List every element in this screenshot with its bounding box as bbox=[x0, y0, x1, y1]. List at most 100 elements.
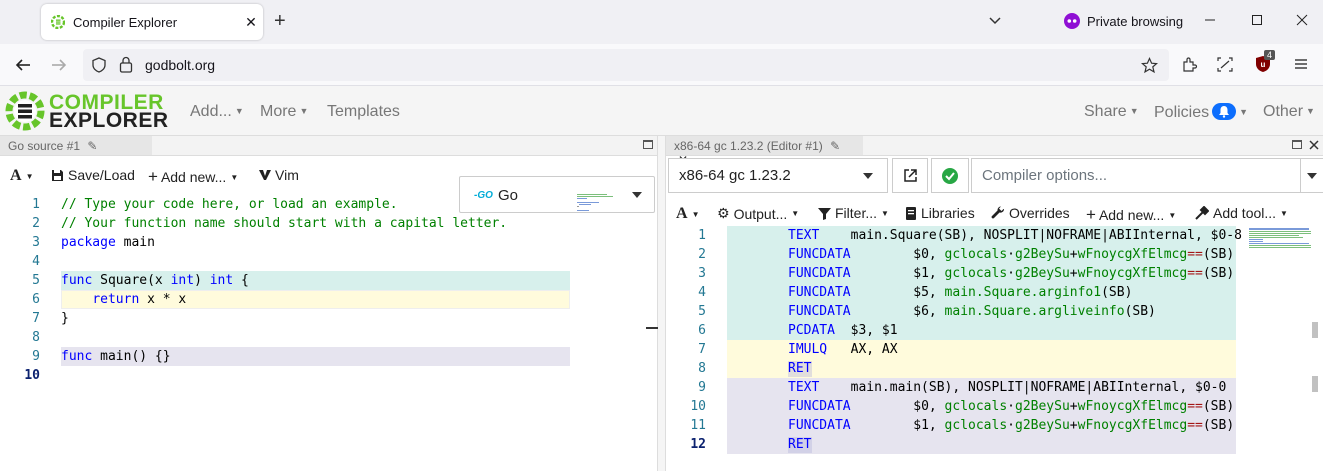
nav-more-label: More bbox=[260, 103, 297, 120]
shield-icon[interactable] bbox=[91, 57, 107, 73]
nav-templates-link[interactable]: Templates bbox=[327, 103, 400, 121]
libraries-button[interactable]: Libraries bbox=[905, 205, 975, 221]
editor-code-line[interactable]: package main bbox=[61, 233, 507, 252]
nav-share-menu[interactable]: Share ▼ bbox=[1084, 103, 1139, 121]
menu-hamburger-icon[interactable] bbox=[1293, 57, 1309, 71]
maximize-pane-icon[interactable] bbox=[643, 140, 653, 149]
editor-code[interactable]: // Type your code here, or load an examp… bbox=[61, 195, 507, 385]
nav-more-menu[interactable]: More ▼ bbox=[260, 103, 308, 121]
scrollbar-thumb[interactable] bbox=[1312, 322, 1318, 338]
asm-code-line[interactable]: FUNCDATA $0, gclocals·g2BeySu+wFnoycgXfE… bbox=[788, 397, 1242, 416]
editor-code-line[interactable]: // Your function name should start with … bbox=[61, 214, 507, 233]
url-bar[interactable]: godbolt.org bbox=[83, 49, 1169, 81]
wrench-icon bbox=[991, 206, 1005, 219]
compiler-select[interactable]: x86-64 gc 1.23.2 bbox=[668, 158, 888, 193]
editor-code-line[interactable]: func Square(x int) int { bbox=[61, 271, 507, 290]
asm-code-line[interactable]: FUNCDATA $0, gclocals·g2BeySu+wFnoycgXfE… bbox=[788, 245, 1242, 264]
chevron-down-icon bbox=[1307, 173, 1317, 179]
minimize-window-icon[interactable] bbox=[1202, 12, 1218, 28]
save-icon bbox=[52, 169, 63, 181]
screenshot-icon[interactable] bbox=[1216, 56, 1234, 73]
close-window-icon[interactable] bbox=[1294, 12, 1310, 28]
asm-code-line[interactable]: FUNCDATA $1, gclocals·g2BeySu+wFnoycgXfE… bbox=[788, 416, 1242, 435]
asm-token: g2BeySu bbox=[1015, 399, 1070, 414]
back-arrow-icon[interactable] bbox=[14, 56, 32, 74]
add-tool-button[interactable]: Add tool... ▼ bbox=[1195, 205, 1288, 221]
filter-menu-button[interactable]: Filter... ▼ bbox=[818, 205, 889, 221]
editor-line-number: 8 bbox=[32, 330, 40, 345]
editor-code-line[interactable]: // Type your code here, or load an examp… bbox=[61, 195, 507, 214]
asm-code[interactable]: TEXT main.Square(SB), NOSPLIT|NOFRAME|AB… bbox=[788, 226, 1242, 454]
compile-status-button[interactable] bbox=[931, 158, 969, 193]
asm-token: main.main(SB), NOSPLIT|NOFRAME|ABIIntern… bbox=[819, 380, 1227, 395]
save-load-button[interactable]: Save/Load bbox=[51, 167, 135, 183]
compiler-explorer-logo-icon[interactable] bbox=[3, 88, 47, 134]
lock-icon[interactable] bbox=[119, 56, 133, 73]
editor-code-line[interactable] bbox=[61, 328, 507, 347]
asm-token: (SB) bbox=[1202, 399, 1235, 414]
tab-compiler[interactable]: x86-64 gc 1.23.2 (Editor #1) ✎ ✕ bbox=[666, 136, 863, 167]
editor-code-line[interactable]: } bbox=[61, 309, 507, 328]
check-circle-icon bbox=[942, 168, 958, 184]
asm-token: gclocals bbox=[944, 266, 1008, 281]
asm-code-line[interactable]: PCDATA $3, $1 bbox=[788, 321, 1242, 340]
browser-tab[interactable]: Compiler Explorer ✕ bbox=[41, 4, 263, 40]
nav-other-menu[interactable]: Other ▼ bbox=[1263, 103, 1315, 121]
close-tab-icon[interactable]: ✕ bbox=[239, 14, 263, 31]
editor-token: int bbox=[209, 273, 234, 288]
maximize-pane-icon[interactable] bbox=[1292, 140, 1302, 149]
asm-token: AX, AX bbox=[827, 342, 898, 357]
add-new-button[interactable]: + Add new... ▼ bbox=[148, 167, 238, 187]
new-tab-icon[interactable]: + bbox=[274, 10, 286, 32]
compiler-options-dropdown[interactable] bbox=[1300, 158, 1323, 193]
compiler-tab-label: x86-64 gc 1.23.2 (Editor #1) bbox=[674, 139, 823, 153]
editor-code-line[interactable] bbox=[61, 366, 507, 385]
close-pane-icon[interactable] bbox=[1309, 140, 1319, 150]
asm-code-line[interactable]: TEXT main.main(SB), NOSPLIT|NOFRAME|ABII… bbox=[788, 378, 1242, 397]
asm-code-line[interactable]: FUNCDATA $5, main.Square.arginfo1(SB) bbox=[788, 283, 1242, 302]
nav-policies-menu[interactable]: Policies ▼ bbox=[1154, 103, 1248, 122]
edit-pencil-icon[interactable]: ✎ bbox=[87, 139, 97, 153]
asm-code-line[interactable]: RET bbox=[788, 435, 1242, 454]
popout-button[interactable] bbox=[892, 158, 928, 193]
editor-line-number: 3 bbox=[32, 235, 40, 250]
asm-code-line[interactable]: FUNCDATA $6, main.Square.argliveinfo(SB) bbox=[788, 302, 1242, 321]
editor-code-line[interactable] bbox=[61, 252, 507, 271]
editor-code-line[interactable]: return x * x bbox=[61, 290, 507, 309]
nav-share-label: Share bbox=[1084, 103, 1127, 120]
forward-arrow-icon[interactable] bbox=[50, 56, 68, 74]
scrollbar-thumb[interactable] bbox=[1312, 376, 1318, 392]
maximize-window-icon[interactable] bbox=[1249, 12, 1265, 28]
asm-token: main.Square.argliveinfo bbox=[944, 304, 1125, 319]
bookmark-star-icon[interactable] bbox=[1141, 57, 1158, 74]
vim-button[interactable]: Vim bbox=[258, 167, 299, 183]
logo-text-explorer[interactable]: EXPLORER bbox=[49, 109, 169, 133]
editor-line-number: 10 bbox=[24, 368, 40, 383]
compiler-options-input[interactable]: Compiler options... bbox=[971, 158, 1301, 193]
list-all-tabs-icon[interactable] bbox=[988, 13, 1002, 27]
editor-token: return bbox=[92, 292, 140, 307]
asm-code-line[interactable]: IMULQ AX, AX bbox=[788, 340, 1242, 359]
output-menu-button[interactable]: ⚙ Output... ▼ bbox=[717, 205, 799, 222]
overrides-button[interactable]: Overrides bbox=[991, 205, 1070, 221]
editor-code-line[interactable]: func main() {} bbox=[61, 347, 507, 366]
asm-token: g2BeySu bbox=[1015, 247, 1070, 262]
asm-code-line[interactable]: FUNCDATA $1, gclocals·g2BeySu+wFnoycgXfE… bbox=[788, 264, 1242, 283]
pane-splitter[interactable] bbox=[658, 136, 665, 471]
compiler-minimap[interactable] bbox=[1249, 228, 1311, 252]
plus-icon: + bbox=[148, 167, 158, 186]
edit-pencil-icon[interactable]: ✎ bbox=[830, 139, 840, 153]
ublock-origin-icon[interactable]: u 4 bbox=[1255, 50, 1276, 73]
asm-code-line[interactable]: TEXT main.Square(SB), NOSPLIT|NOFRAME|AB… bbox=[788, 226, 1242, 245]
tab-go-source[interactable]: Go source #1 ✎ bbox=[0, 136, 152, 155]
nav-add-menu[interactable]: Add... ▼ bbox=[190, 103, 244, 121]
add-new-button[interactable]: + Add new... ▼ bbox=[1086, 205, 1176, 225]
editor-minimap[interactable] bbox=[577, 194, 617, 214]
asm-code-line[interactable]: RET bbox=[788, 359, 1242, 378]
extensions-icon[interactable] bbox=[1181, 56, 1198, 73]
add-tool-label: Add tool... bbox=[1213, 205, 1277, 221]
font-size-button[interactable]: A ▼ bbox=[676, 205, 699, 223]
font-size-button[interactable]: A ▼ bbox=[10, 167, 33, 185]
add-new-label: Add new... bbox=[1098, 207, 1165, 223]
asm-token: FUNCDATA bbox=[788, 285, 851, 300]
